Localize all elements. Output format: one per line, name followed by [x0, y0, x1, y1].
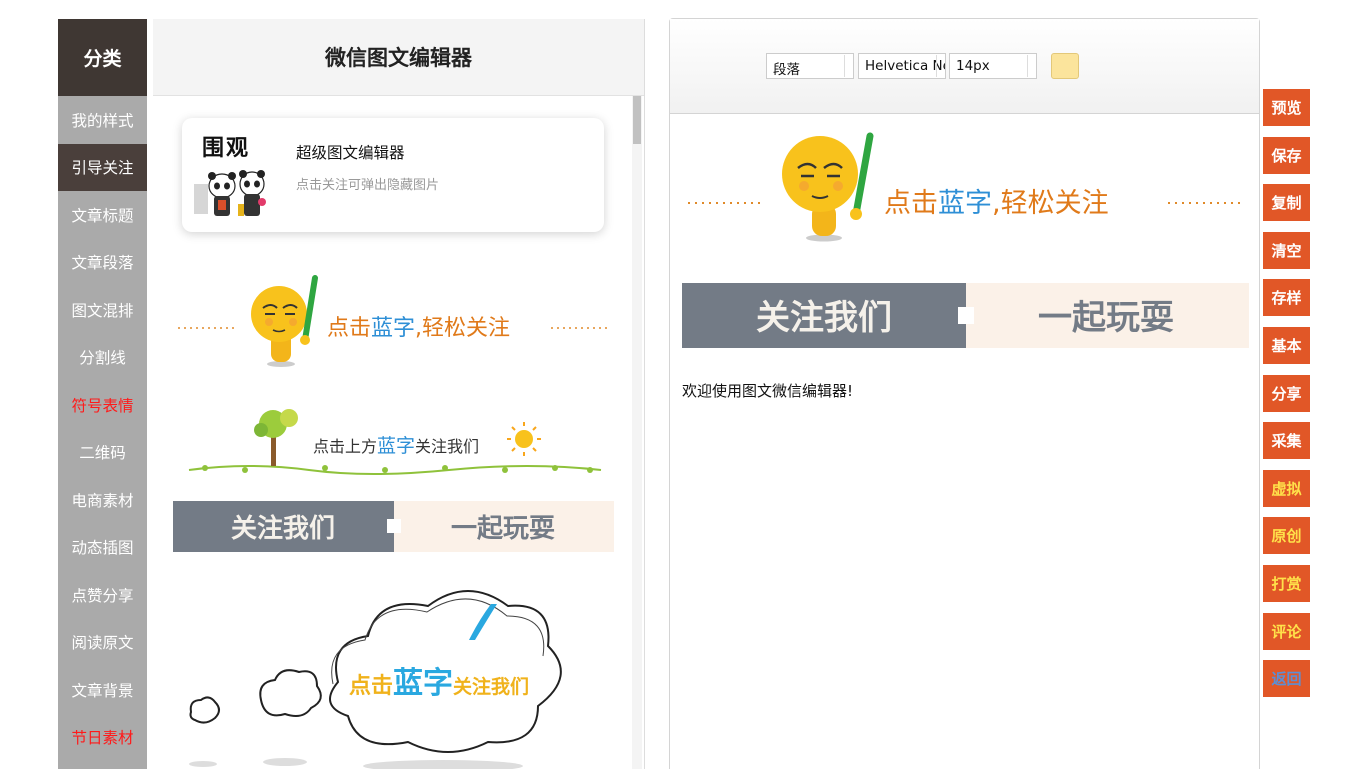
tree-banner-image: 点击上方蓝字关注我们 — [188, 409, 602, 475]
category-item-article-title[interactable]: 文章标题 — [58, 191, 147, 239]
svg-text:点击上方蓝字关注我们: 点击上方蓝字关注我们 — [313, 435, 479, 457]
editor-smiley-text: 点击 — [884, 188, 938, 219]
original-button[interactable]: 原创 — [1263, 517, 1310, 555]
preview-button[interactable]: 预览 — [1263, 89, 1310, 126]
font-size-select[interactable]: 14px — [949, 53, 1037, 79]
editor-follow-banner[interactable]: 关注我们 一起玩耍 — [682, 283, 1249, 348]
back-button[interactable]: 返回 — [1263, 660, 1310, 698]
font-family-select[interactable]: Helvetica Neue — [858, 53, 946, 79]
wechat-editor-page: 分类 我的样式 引导关注 文章标题 文章段落 图文混排 分割线 符号表情 二维码… — [0, 0, 1363, 769]
category-item-ecommerce[interactable]: 电商素材 — [58, 476, 147, 524]
copy-button[interactable]: 复制 — [1263, 184, 1310, 222]
smiley-banner-text-end: ,轻松关注 — [415, 316, 510, 341]
cloud-banner-blue-text: 蓝字 — [393, 666, 453, 701]
template-panel-title: 微信图文编辑器 — [325, 46, 472, 70]
category-item-article-paragraph[interactable]: 文章段落 — [58, 239, 147, 287]
tree-banner-text-end: 关注我们 — [415, 437, 479, 456]
cloud-banner-text: 点击 — [349, 673, 393, 699]
smiley-banner-blue-text: 蓝字 — [371, 316, 415, 341]
save-style-button[interactable]: 存样 — [1263, 279, 1310, 317]
template-scrollbar-thumb[interactable] — [633, 96, 641, 144]
cloud-banner-text-end: 关注我们 — [453, 675, 529, 698]
category-item-article-background[interactable]: 文章背景 — [58, 666, 147, 714]
weiguan-logo: 围观 — [202, 136, 251, 161]
editor-smiley-text-end: ,轻松关注 — [992, 188, 1109, 219]
cloud-banner-image: 点击蓝字关注我们 — [189, 590, 562, 769]
save-button[interactable]: 保存 — [1263, 136, 1310, 174]
category-item-like-share[interactable]: 点赞分享 — [58, 571, 147, 619]
category-item-emoji[interactable]: 符号表情 — [58, 381, 147, 429]
category-item-qrcode[interactable]: 二维码 — [58, 429, 147, 477]
basic-button[interactable]: 基本 — [1263, 327, 1310, 364]
editor-toolbar: 段落 Helvetica Neue 14px — [670, 19, 1259, 114]
tree-banner-text: 点击上方 — [313, 437, 377, 456]
reward-button[interactable]: 打赏 — [1263, 565, 1310, 602]
smiley-banner-text: 点击 — [327, 316, 371, 341]
category-item-animated[interactable]: 动态插图 — [58, 524, 147, 572]
clear-button[interactable]: 清空 — [1263, 231, 1310, 269]
category-item-my-styles[interactable]: 我的样式 — [58, 96, 147, 144]
template-tree-banner[interactable]: 点击上方蓝字关注我们 — [185, 400, 605, 480]
paragraph-format-select[interactable]: 段落 — [766, 53, 854, 79]
category-item-divider[interactable]: 分割线 — [58, 334, 147, 382]
text-color-picker[interactable] — [1051, 53, 1079, 79]
share-button[interactable]: 分享 — [1263, 374, 1310, 412]
category-item-holiday[interactable]: 节日素材 — [58, 714, 147, 762]
category-item-guide-follow[interactable]: 引导关注 — [58, 143, 147, 191]
category-sidebar: 分类 我的样式 引导关注 文章标题 文章段落 图文混排 分割线 符号表情 二维码… — [58, 19, 147, 769]
template-follow-banner[interactable]: 关注我们 一起玩耍 — [173, 501, 614, 552]
template-panel-header: 微信图文编辑器 — [153, 19, 644, 96]
welcome-text[interactable]: 欢迎使用图文微信编辑器! — [682, 380, 853, 401]
svg-text:点击蓝字,轻松关注: 点击蓝字,轻松关注 — [884, 188, 1109, 219]
editor-smiley-banner[interactable]: 点击蓝字,轻松关注 — [684, 132, 1244, 244]
smiley-banner-image: 点击蓝字,轻松关注 — [178, 275, 607, 367]
editor-content[interactable]: 点击蓝字,轻松关注 关注我们 一起玩耍 欢迎使用图文微信编辑器! — [670, 114, 1259, 769]
template-scrollbar[interactable] — [632, 96, 642, 769]
svg-text:点击蓝字,轻松关注: 点击蓝字,轻松关注 — [327, 316, 510, 341]
comment-button[interactable]: 评论 — [1263, 612, 1310, 650]
category-item-read-original[interactable]: 阅读原文 — [58, 619, 147, 667]
tree-banner-blue-text: 蓝字 — [377, 435, 415, 457]
card-title: 超级图文编辑器 — [296, 144, 405, 162]
template-list[interactable]: 围观 超级图文编辑器 点击关注可弹出隐藏图片 点击蓝字,轻松关注 点击上方蓝字关… — [153, 96, 642, 769]
collect-button[interactable]: 采集 — [1263, 422, 1310, 460]
editor: 段落 Helvetica Neue 14px 点击蓝字,轻松关注 — [669, 18, 1260, 769]
category-item-image-text-mix[interactable]: 图文混排 — [58, 286, 147, 334]
template-smiley-banner[interactable]: 点击蓝字,轻松关注 — [173, 272, 615, 368]
category-title: 分类 — [58, 19, 147, 96]
editor-follow-right-text: 一起玩耍 — [1038, 298, 1174, 338]
follow-banner-image: 关注我们 一起玩耍 — [173, 501, 614, 552]
template-follow-card[interactable]: 围观 超级图文编辑器 点击关注可弹出隐藏图片 — [182, 118, 604, 232]
follow-banner-right-text: 一起玩耍 — [451, 514, 555, 544]
template-panel: 微信图文编辑器 围观 超级图文编辑器 点击关注可弹出隐藏图片 点击蓝字,轻松关注… — [153, 19, 645, 769]
card-subtitle: 点击关注可弹出隐藏图片 — [296, 178, 440, 193]
editor-follow-left-text: 关注我们 — [756, 298, 892, 338]
editor-smiley-blue-text: 蓝字 — [938, 188, 992, 219]
virtual-button[interactable]: 虚拟 — [1263, 469, 1310, 507]
follow-banner-left-text: 关注我们 — [231, 513, 335, 544]
panda-mascot-image — [194, 170, 266, 216]
template-cloud-banner[interactable]: 点击蓝字关注我们 — [173, 580, 615, 769]
